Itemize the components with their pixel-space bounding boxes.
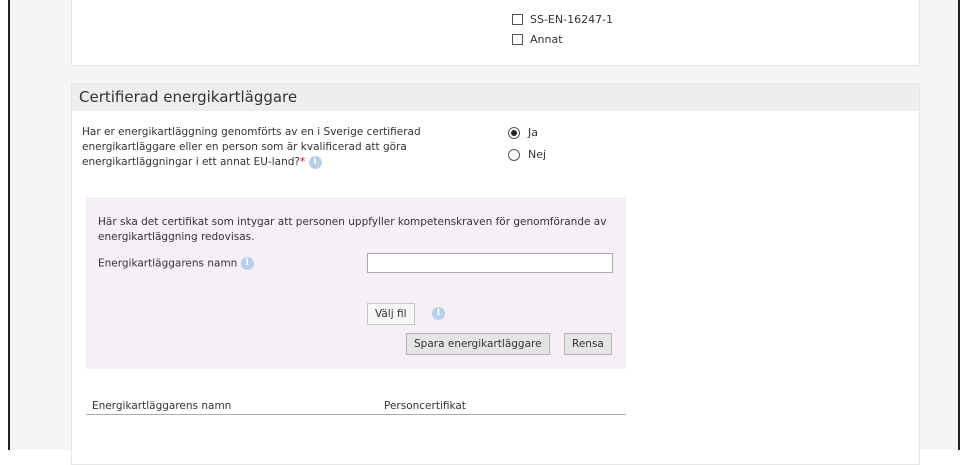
radio-option-ja[interactable]: Ja	[508, 126, 538, 139]
checkbox-row-ss-en[interactable]: SS-EN-16247-1	[512, 13, 613, 26]
section-title: Certifierad energikartläggare	[72, 84, 919, 111]
radio-option-nej[interactable]: Nej	[508, 148, 546, 161]
standards-panel: SS-EN-16247-1 Annat	[71, 0, 920, 66]
column-header-certificate: Personcertifikat	[384, 400, 466, 412]
certificate-box: Här ska det certifikat som intygar att p…	[86, 197, 626, 369]
auditor-question: Har er energikartläggning genomförts av …	[82, 125, 487, 170]
annat-checkbox[interactable]	[512, 34, 523, 45]
nej-radio[interactable]	[508, 148, 520, 161]
ja-radio[interactable]	[508, 126, 520, 139]
ja-label: Ja	[528, 126, 538, 139]
save-auditor-button[interactable]: Spara energikartläggare	[406, 333, 550, 355]
annat-label: Annat	[530, 33, 563, 46]
checkbox-row-annat[interactable]: Annat	[512, 33, 563, 46]
info-icon[interactable]: i	[432, 307, 445, 320]
clear-button[interactable]: Rensa	[564, 333, 612, 355]
choose-file-button[interactable]: Välj fil	[367, 303, 415, 325]
auditor-name-label-text: Energikartläggarens namn	[98, 257, 238, 270]
info-icon[interactable]: i	[308, 155, 322, 169]
question-text: Har er energikartläggning genomförts av …	[82, 126, 421, 168]
column-header-name: Energikartläggarens namn	[92, 400, 232, 412]
required-marker: *	[300, 156, 306, 168]
auditor-name-input[interactable]	[367, 253, 613, 273]
auditor-table-header: Energikartläggarens namn Personcertifika…	[86, 392, 626, 415]
nej-label: Nej	[528, 148, 547, 161]
ss-en-label: SS-EN-16247-1	[530, 13, 614, 26]
certified-auditor-panel: Certifierad energikartläggare Har er ene…	[71, 83, 920, 465]
auditor-name-label: Energikartläggarens namn i	[98, 257, 254, 270]
ss-en-checkbox[interactable]	[512, 14, 523, 25]
certificate-description: Här ska det certifikat som intygar att p…	[98, 216, 607, 243]
info-icon[interactable]: i	[240, 257, 254, 270]
